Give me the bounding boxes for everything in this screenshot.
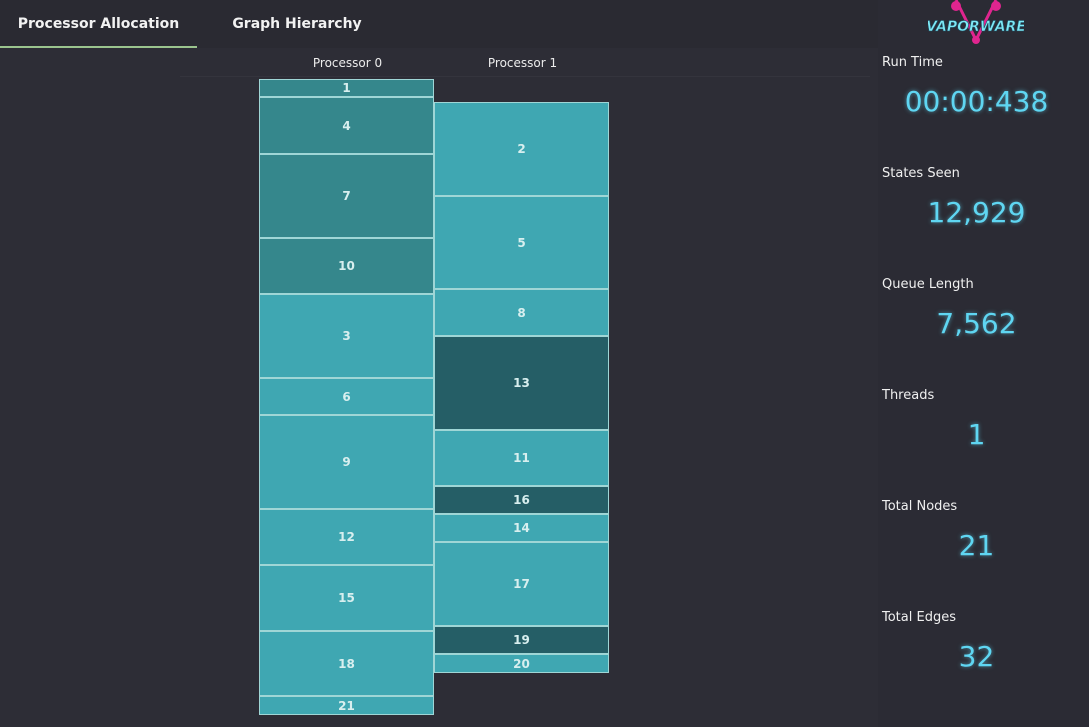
- queue-length-value: 7,562: [936, 307, 1017, 340]
- task-block-11[interactable]: 11: [434, 430, 609, 486]
- total-edges-value: 32: [958, 640, 995, 673]
- total-nodes-label: Total Nodes: [882, 499, 958, 514]
- task-block-15[interactable]: 15: [259, 565, 434, 631]
- active-tab-indicator: [0, 46, 197, 48]
- task-block-2[interactable]: 2: [434, 102, 609, 196]
- task-block-7[interactable]: 7: [259, 154, 434, 238]
- task-block-5[interactable]: 5: [434, 196, 609, 289]
- task-block-18[interactable]: 18: [259, 631, 434, 696]
- task-block-3[interactable]: 3: [259, 294, 434, 378]
- processor-1-label: Processor 1: [487, 56, 558, 70]
- task-block-21[interactable]: 21: [259, 696, 434, 715]
- task-block-9[interactable]: 9: [259, 415, 434, 509]
- task-block-12[interactable]: 12: [259, 509, 434, 565]
- task-block-16[interactable]: 16: [434, 486, 609, 514]
- run-time-value: 00:00:438: [904, 85, 1049, 118]
- task-block-4[interactable]: 4: [259, 97, 434, 154]
- task-block-6[interactable]: 6: [259, 378, 434, 415]
- tab-bar: Processor Allocation Graph Hierarchy: [0, 0, 878, 48]
- threads-value: 1: [967, 418, 986, 451]
- task-block-20[interactable]: 20: [434, 654, 609, 673]
- total-nodes-value: 21: [958, 529, 995, 562]
- task-block-8[interactable]: 8: [434, 289, 609, 336]
- total-edges-label: Total Edges: [882, 610, 956, 625]
- states-seen-label: States Seen: [882, 166, 960, 181]
- task-block-1[interactable]: 1: [259, 79, 434, 97]
- states-seen-value: 12,929: [927, 196, 1026, 229]
- vaporware-logo: VAPORWARE: [926, 0, 1027, 48]
- run-time-label: Run Time: [882, 55, 943, 70]
- svg-text:VAPORWARE: VAPORWARE: [928, 19, 1024, 35]
- task-block-19[interactable]: 19: [434, 626, 609, 654]
- task-block-14[interactable]: 14: [434, 514, 609, 542]
- tab-processor-allocation[interactable]: Processor Allocation: [0, 0, 197, 48]
- tab-graph-hierarchy[interactable]: Graph Hierarchy: [197, 0, 397, 48]
- threads-label: Threads: [882, 388, 935, 403]
- task-block-13[interactable]: 13: [434, 336, 609, 430]
- header-divider: [180, 76, 870, 77]
- processor-0-label: Processor 0: [312, 56, 383, 70]
- task-block-17[interactable]: 17: [434, 542, 609, 626]
- queue-length-label: Queue Length: [882, 277, 974, 292]
- task-block-10[interactable]: 10: [259, 238, 434, 294]
